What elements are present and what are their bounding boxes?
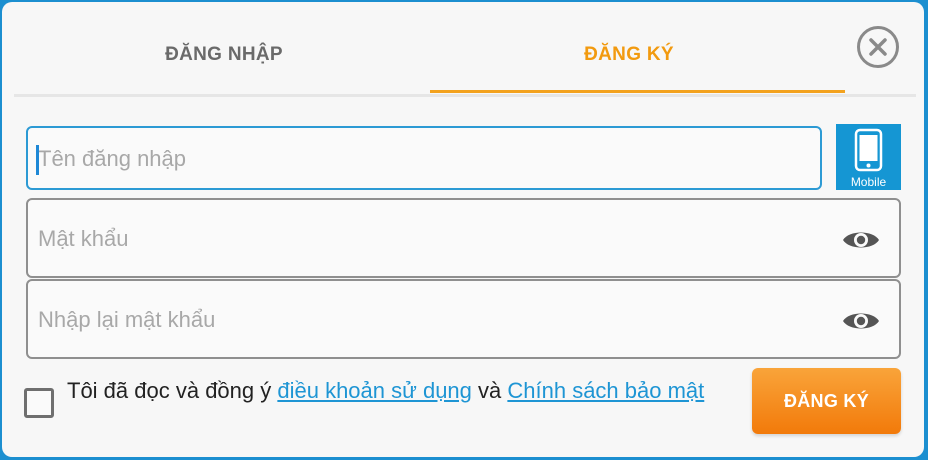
eye-icon[interactable] xyxy=(841,307,881,335)
tab-register[interactable]: ĐĂNG KÝ xyxy=(529,44,729,66)
terms-text: Tôi đã đọc và đồng ý điều khoản sử dụng … xyxy=(67,376,727,405)
confirm-password-field[interactable] xyxy=(26,279,901,359)
eye-icon[interactable] xyxy=(841,226,881,254)
password-field[interactable] xyxy=(26,198,901,278)
terms-of-use-link[interactable]: điều khoản sử dụng xyxy=(277,378,472,403)
password-input[interactable] xyxy=(36,200,800,278)
mobile-button[interactable]: Mobile xyxy=(836,124,901,190)
text-caret xyxy=(36,145,39,175)
confirm-password-input[interactable] xyxy=(36,281,800,359)
tab-login[interactable]: ĐĂNG NHẬP xyxy=(124,44,324,66)
username-field[interactable] xyxy=(26,126,822,190)
username-input[interactable] xyxy=(36,128,800,190)
close-icon xyxy=(869,38,887,56)
mobile-phone-icon xyxy=(854,128,883,172)
terms-checkbox[interactable] xyxy=(24,388,54,418)
active-tab-indicator xyxy=(430,90,845,93)
tab-divider xyxy=(14,94,916,97)
tab-bar: ĐĂNG NHẬP ĐĂNG KÝ xyxy=(14,2,916,98)
terms-text-before: Tôi đã đọc và đồng ý xyxy=(67,378,278,403)
register-button[interactable]: ĐĂNG KÝ xyxy=(752,368,901,434)
mobile-label: Mobile xyxy=(850,175,887,189)
close-button[interactable] xyxy=(857,26,899,68)
privacy-policy-link[interactable]: Chính sách bảo mật xyxy=(507,378,704,403)
terms-text-middle: và xyxy=(471,378,508,403)
register-dialog: ĐĂNG NHẬP ĐĂNG KÝ Mobile xyxy=(2,2,924,457)
